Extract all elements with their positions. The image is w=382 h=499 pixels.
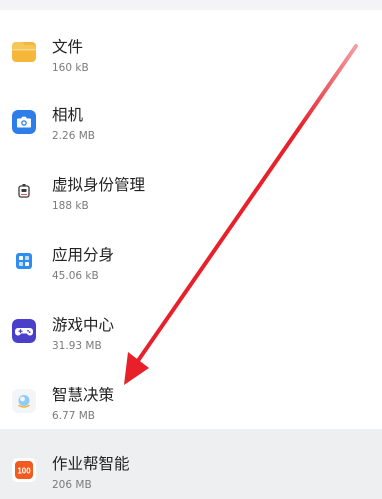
app-name: 相机 [52,106,84,124]
app-size: 2.26 MB [52,130,95,142]
app-name: 智慧决策 [52,386,115,404]
app-size: 6.77 MB [52,410,95,422]
folder-icon [12,40,36,64]
app-list: 文件 160 kB 相机 2.26 MB 虚拟身份管理 188 kB 应用分身 … [0,10,382,499]
gamepad-icon [12,319,36,343]
app-size: 188 kB [52,200,89,212]
app-name: 文件 [52,38,84,56]
app-size: 160 kB [52,62,89,74]
app-twin-icon [12,249,36,273]
app-size: 45.06 kB [52,270,99,282]
app-name: 作业帮智能 [52,455,130,473]
zuoyebang-icon: 100 [12,458,36,482]
app-row-virtual-identity[interactable]: 虚拟身份管理 188 kB [0,149,382,219]
app-name: 游戏中心 [52,316,115,334]
app-size: 31.93 MB [52,340,102,352]
app-row-camera[interactable]: 相机 2.26 MB [0,79,382,149]
app-size: 206 MB [52,479,92,491]
app-row-game-center[interactable]: 游戏中心 31.93 MB [0,289,382,359]
app-row-smart-decision[interactable]: 智慧决策 6.77 MB [0,359,382,429]
camera-icon [12,110,36,134]
app-row-zuoyebang[interactable]: 100 作业帮智能 206 MB [0,429,382,499]
top-divider-strip [0,0,382,10]
svg-text:100: 100 [17,467,31,476]
smart-decision-icon [12,389,36,413]
virtual-id-icon [12,179,36,203]
app-name: 应用分身 [52,246,115,264]
app-row-app-twin[interactable]: 应用分身 45.06 kB [0,219,382,289]
app-name: 虚拟身份管理 [52,176,146,194]
app-row-files[interactable]: 文件 160 kB [0,10,382,79]
